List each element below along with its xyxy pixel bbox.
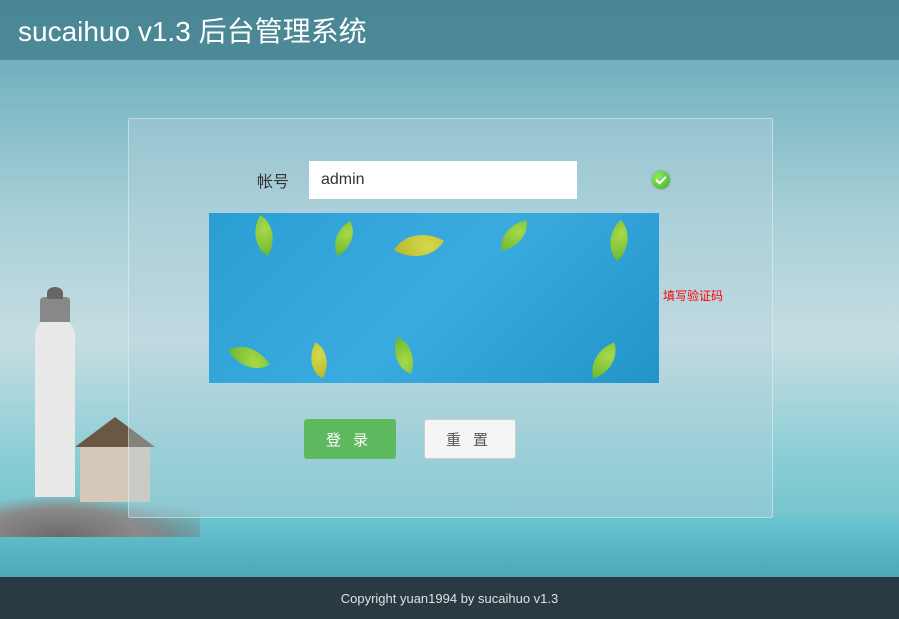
login-panel: 帐号 填写验证码 登录 重置 xyxy=(128,118,773,518)
copyright-text: Copyright yuan1994 by sucaihuo v1.3 xyxy=(341,591,559,606)
captcha-error-message: 填写验证码 xyxy=(663,287,723,304)
account-label: 帐号 xyxy=(219,168,289,192)
captcha-image[interactable] xyxy=(209,213,659,383)
check-icon xyxy=(652,171,670,189)
account-row: 帐号 xyxy=(219,161,670,199)
reset-button[interactable]: 重置 xyxy=(424,419,516,459)
account-input[interactable] xyxy=(309,161,577,199)
header-bar: sucaihuo v1.3 后台管理系统 xyxy=(0,0,899,60)
login-button[interactable]: 登录 xyxy=(304,419,396,459)
footer-bar: Copyright yuan1994 by sucaihuo v1.3 xyxy=(0,577,899,619)
button-row: 登录 重置 xyxy=(304,419,516,459)
app-title: sucaihuo v1.3 后台管理系统 xyxy=(18,10,367,50)
